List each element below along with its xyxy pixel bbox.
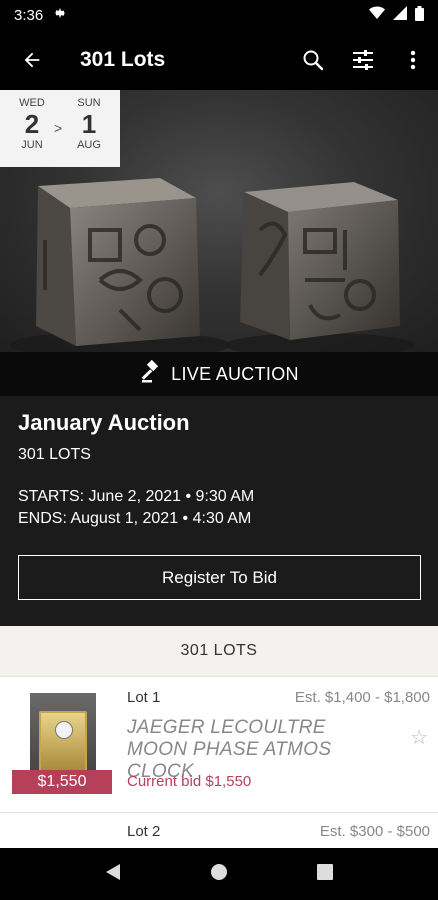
star-icon[interactable]: ☆ bbox=[410, 725, 428, 750]
filter-icon[interactable] bbox=[338, 30, 388, 90]
start-day-of-week: WED bbox=[19, 97, 45, 109]
live-auction-label: LIVE AUCTION bbox=[171, 363, 299, 384]
lot-card[interactable]: Lot 2 Est. $300 - $500 bbox=[0, 812, 438, 848]
page-title: 301 Lots bbox=[80, 48, 166, 71]
nav-back-icon[interactable] bbox=[105, 863, 121, 886]
lots-list: 301 LOTS Lot 1 Est. $1,400 - $1,800 JAEG… bbox=[0, 626, 438, 848]
end-day-of-week: SUN bbox=[77, 97, 101, 109]
start-day: 2 bbox=[24, 109, 40, 139]
lot-estimate: Est. $300 - $500 bbox=[319, 823, 430, 840]
lot-price-badge: $1,550 bbox=[12, 770, 112, 794]
signal-icon bbox=[393, 6, 407, 24]
system-nav-bar bbox=[0, 848, 438, 900]
status-time: 3:36 bbox=[14, 6, 44, 24]
settings-icon bbox=[53, 6, 67, 24]
lot-current-bid: Current bid $1,550 bbox=[127, 773, 252, 790]
wifi-icon bbox=[369, 6, 385, 24]
battery-icon bbox=[415, 5, 424, 25]
register-to-bid-button[interactable]: Register To Bid bbox=[18, 555, 421, 600]
nav-recents-icon[interactable] bbox=[317, 863, 334, 885]
nav-home-icon[interactable] bbox=[210, 863, 228, 886]
lot-number: Lot 2 bbox=[127, 823, 161, 840]
date-range-box: WED 2 JUN > SUN 1 AUG bbox=[0, 90, 120, 167]
auction-info-panel: January Auction 301 LOTS STARTS: June 2,… bbox=[0, 396, 438, 626]
start-month: JUN bbox=[21, 139, 43, 151]
lots-header: 301 LOTS bbox=[180, 642, 258, 659]
auction-starts: STARTS: June 2, 2021 • 9:30 AM bbox=[18, 488, 255, 505]
more-vert-icon[interactable] bbox=[388, 30, 438, 90]
lot-estimate: Est. $1,400 - $1,800 bbox=[294, 689, 430, 706]
lot-number: Lot 1 bbox=[127, 689, 161, 706]
search-icon[interactable] bbox=[288, 30, 338, 90]
auction-lot-count: 301 LOTS bbox=[18, 446, 91, 463]
back-arrow-icon[interactable] bbox=[0, 30, 64, 90]
end-day: 1 bbox=[81, 109, 97, 139]
date-separator: > bbox=[54, 120, 63, 136]
status-bar: 3:36 bbox=[0, 0, 438, 30]
gavel-icon bbox=[139, 359, 163, 389]
auction-title: January Auction bbox=[18, 410, 190, 435]
end-month: AUG bbox=[77, 139, 101, 151]
auction-hero-image: WED 2 JUN > SUN 1 AUG bbox=[0, 90, 438, 352]
live-auction-banner: LIVE AUCTION bbox=[0, 352, 438, 396]
app-bar: 301 Lots bbox=[0, 30, 438, 90]
auction-ends: ENDS: August 1, 2021 • 4:30 AM bbox=[18, 510, 252, 527]
